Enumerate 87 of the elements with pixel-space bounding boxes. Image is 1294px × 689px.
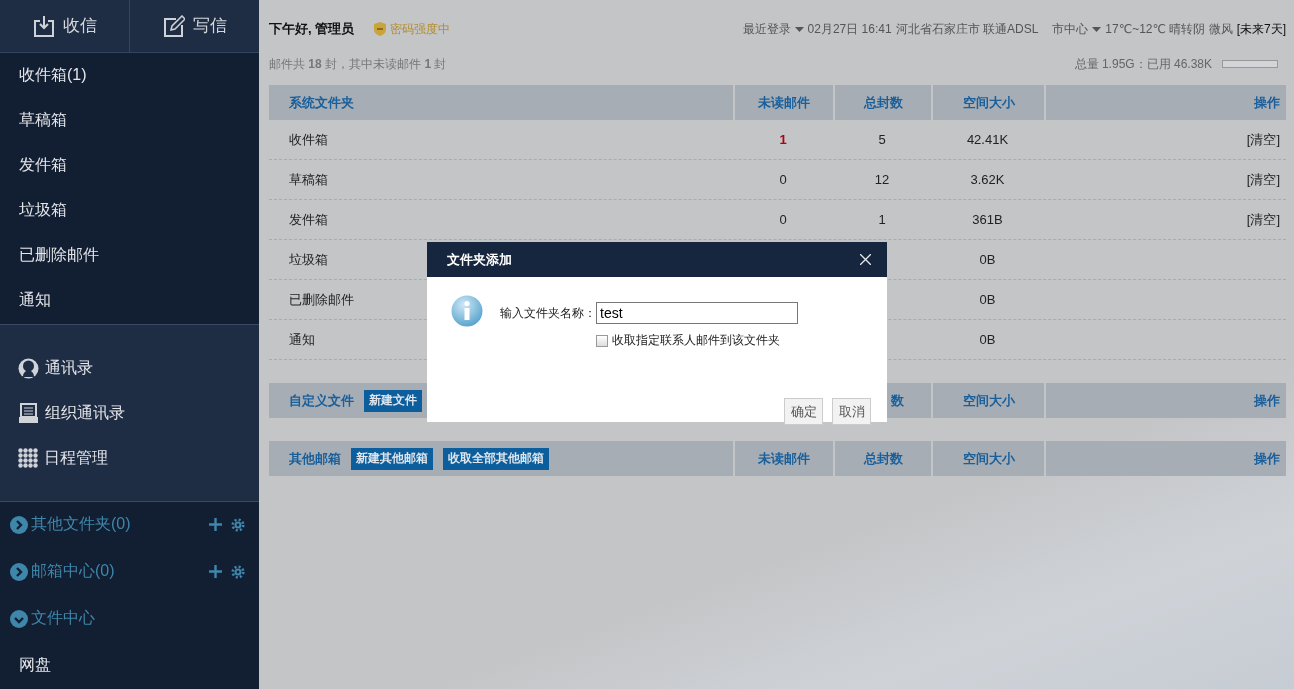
header-button[interactable]: 新建其他邮箱 bbox=[351, 447, 433, 470]
column-header: 数 bbox=[891, 391, 904, 410]
group-label[interactable]: 文件中心 bbox=[31, 608, 245, 630]
caret-icon[interactable] bbox=[794, 26, 804, 32]
cancel-button[interactable]: 取消 bbox=[832, 398, 871, 425]
login-time: 02月27日 16:41 bbox=[807, 20, 892, 38]
table-cell-text: 361B bbox=[971, 212, 1004, 227]
sidebar-item-label[interactable]: 通讯录 bbox=[45, 357, 93, 379]
chevron-right-icon[interactable] bbox=[10, 515, 28, 534]
sidebar-item[interactable]: 垃圾箱 bbox=[0, 187, 259, 233]
column-header: 系统文件夹 bbox=[289, 93, 354, 112]
confirm-button[interactable]: 确定 bbox=[784, 398, 823, 425]
chevron-right-icon[interactable] bbox=[10, 562, 28, 581]
sidebar-item[interactable]: 已删除邮件 bbox=[0, 232, 259, 278]
chevron-down-icon[interactable] bbox=[10, 609, 28, 628]
sidebar-item[interactable]: 通知 bbox=[0, 277, 259, 323]
column-header: 总封数 bbox=[863, 93, 903, 112]
sidebar-item[interactable]: 发件箱 bbox=[0, 142, 259, 188]
table-cell-text: 0B bbox=[978, 292, 997, 307]
folder-name: 垃圾箱 bbox=[289, 251, 328, 267]
inbox-icon bbox=[32, 14, 55, 37]
column-header: 总封数 bbox=[863, 449, 903, 468]
folder-name: 草稿箱 bbox=[289, 171, 328, 187]
column-header: 其他邮箱 bbox=[289, 449, 341, 468]
sidebar-item-label[interactable]: 日程管理 bbox=[44, 447, 108, 469]
shield-icon bbox=[374, 22, 387, 36]
sidebar-item[interactable]: 草稿箱 bbox=[0, 97, 259, 143]
close-icon[interactable] bbox=[860, 254, 871, 265]
field-label: 输入文件夹名称： bbox=[500, 304, 596, 322]
settings-icon[interactable] bbox=[231, 564, 245, 579]
folder-name-field[interactable]: test bbox=[596, 302, 798, 324]
password-strength: 密码强度中 bbox=[390, 20, 451, 38]
greeting: 下午好, 管理员 bbox=[269, 20, 355, 38]
settings-icon[interactable] bbox=[231, 517, 245, 532]
clear-link[interactable]: [清空] bbox=[1044, 210, 1286, 229]
column-header: 操作 bbox=[1254, 93, 1280, 112]
last-login-dropdown[interactable]: 最近登录 bbox=[742, 20, 791, 38]
column-header: 未读邮件 bbox=[758, 449, 810, 468]
info-icon bbox=[451, 295, 483, 327]
column-header: 空间大小 bbox=[962, 449, 1015, 468]
storage-usage: 总量 1.95G：已用 46.38K bbox=[1074, 55, 1212, 73]
table-cell-text: 1 bbox=[877, 212, 887, 227]
folder-name: 发件箱 bbox=[289, 211, 328, 227]
table-cell-text: 3.62K bbox=[969, 172, 1006, 187]
group-row[interactable]: 文件中心 bbox=[0, 595, 259, 643]
table-cell-text: 1 bbox=[778, 132, 788, 147]
table-cell-text: 42.41K bbox=[965, 132, 1010, 147]
folder-name: 收件箱 bbox=[289, 131, 328, 147]
folder-name: 通知 bbox=[289, 331, 315, 347]
person-icon bbox=[18, 357, 39, 379]
table-cell-text: 12 bbox=[873, 172, 891, 187]
table-cell-text: 0B bbox=[978, 252, 997, 267]
plus-icon[interactable] bbox=[209, 565, 222, 579]
header-button[interactable]: 收取全部其他邮箱 bbox=[443, 447, 549, 470]
tray-icon bbox=[18, 402, 39, 424]
table-cell-text: 5 bbox=[877, 132, 887, 147]
checkbox[interactable] bbox=[596, 334, 608, 347]
column-header: 操作 bbox=[1254, 391, 1280, 410]
column-header: 操作 bbox=[1254, 449, 1280, 468]
sidebar-item[interactable]: 网盘 bbox=[0, 642, 259, 689]
plus-icon[interactable] bbox=[209, 518, 222, 532]
caret-icon[interactable] bbox=[1092, 26, 1102, 32]
column-header: 自定义文件 bbox=[289, 391, 354, 410]
weather-forecast: 17℃~12℃ 晴转阴 微风 bbox=[1105, 20, 1233, 38]
forecast-link[interactable]: [未来7天] bbox=[1236, 20, 1286, 38]
column-header: 空间大小 bbox=[962, 391, 1015, 410]
dialog-title: 文件夹添加 bbox=[447, 250, 513, 269]
city-dropdown[interactable]: 市中心 bbox=[1052, 20, 1089, 38]
clear-link[interactable]: [清空] bbox=[1044, 170, 1286, 189]
group-label[interactable]: 邮箱中心(0) bbox=[31, 561, 209, 583]
table-cell-text: 0 bbox=[778, 172, 788, 187]
checkbox-label: 收取指定联系人邮件到该文件夹 bbox=[612, 332, 780, 349]
group-label[interactable]: 其他文件夹(0) bbox=[31, 514, 209, 536]
header-button[interactable]: 新建文件 bbox=[364, 389, 422, 412]
table-cell-text: 0B bbox=[978, 332, 997, 347]
table-cell-text: 0 bbox=[778, 212, 788, 227]
sidebar-item[interactable]: 收件箱(1) bbox=[0, 52, 259, 98]
login-location: 河北省石家庄市 联通ADSL bbox=[895, 20, 1039, 38]
clear-link[interactable]: [清空] bbox=[1044, 130, 1286, 149]
dot-grid-icon bbox=[18, 448, 38, 469]
folder-name: 已删除邮件 bbox=[289, 291, 354, 307]
edit-icon bbox=[162, 14, 185, 37]
mail-summary: 邮件共 18 封，其中未读邮件 1 封 bbox=[269, 55, 447, 73]
sidebar-item-label[interactable]: 组织通讯录 bbox=[45, 402, 125, 424]
column-header: 空间大小 bbox=[962, 93, 1015, 112]
receive-button[interactable]: 收信 bbox=[0, 0, 129, 52]
column-header: 未读邮件 bbox=[758, 93, 810, 112]
